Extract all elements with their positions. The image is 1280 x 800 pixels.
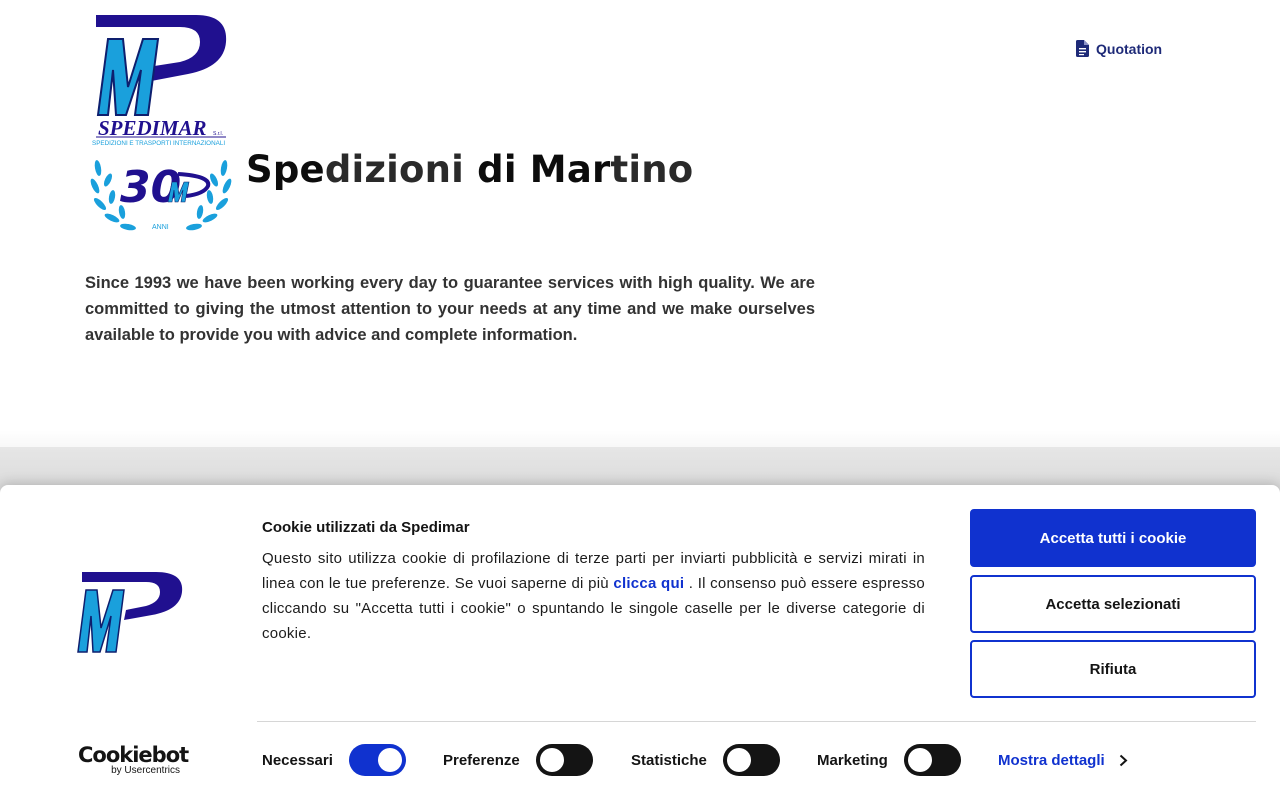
title-segment: Spe	[246, 148, 325, 191]
logo-suffix: S.r.l.	[213, 131, 223, 137]
document-icon	[1076, 40, 1089, 57]
toggle-knob	[908, 748, 932, 772]
anniversary-emblem: 30 ANNI	[90, 160, 232, 231]
cookiebot-wordmark: Cookiebot	[78, 743, 189, 767]
consent-toggles: Necessari Preferenze Statistiche Marketi…	[262, 743, 1142, 777]
toggle-knob	[540, 748, 564, 772]
toggle-statistiche[interactable]	[723, 744, 780, 776]
toggle-knob	[727, 748, 751, 772]
accept-selected-button[interactable]: Accetta selezionati	[970, 575, 1256, 633]
toggle-label-necessari: Necessari	[262, 752, 333, 769]
cookiebot-byline: by Usercentrics	[111, 765, 180, 776]
more-info-link[interactable]: clicca qui	[613, 575, 684, 592]
cookie-banner-title: Cookie utilizzati da Spedimar	[262, 519, 470, 536]
page-title: Spedizioni di Martino	[246, 148, 693, 191]
logo-tagline: SPEDIZIONI E TRASPORTI INTERNAZIONALI	[92, 140, 225, 147]
logo-wordmark: SPEDIMAR	[98, 116, 207, 140]
cookiebot-logo[interactable]: Cookiebot by Usercentrics	[78, 743, 189, 778]
title-segment: tino	[610, 148, 694, 191]
intro-paragraph: Since 1993 we have been working every da…	[85, 274, 815, 344]
toggle-label-marketing: Marketing	[817, 752, 888, 769]
toggle-necessari[interactable]	[349, 744, 406, 776]
toggle-label-preferenze: Preferenze	[443, 752, 520, 769]
title-segment: dizioni	[324, 148, 465, 191]
quotation-link[interactable]: Quotation	[1076, 40, 1162, 57]
title-segment: Mar	[529, 148, 611, 191]
accept-all-button[interactable]: Accetta tutti i cookie	[970, 509, 1256, 567]
toggle-marketing[interactable]	[904, 744, 961, 776]
cookie-banner-text: Questo sito utilizza cookie di profilazi…	[262, 546, 925, 646]
show-details-label: Mostra dettagli	[998, 752, 1105, 769]
cookie-consent-banner: Cookie utilizzati da Spedimar Questo sit…	[0, 485, 1280, 800]
spedimar-logo[interactable]: SPEDIMAR S.r.l. SPEDIZIONI E TRASPORTI I…	[88, 12, 233, 148]
toggle-knob	[378, 748, 402, 772]
show-details-link[interactable]: Mostra dettagli	[998, 752, 1128, 769]
toggle-label-statistiche: Statistiche	[631, 752, 707, 769]
section-shadow	[0, 430, 1280, 448]
banner-brand-logo	[77, 572, 183, 653]
chevron-right-icon	[1119, 754, 1128, 767]
quotation-label: Quotation	[1096, 40, 1163, 57]
banner-divider	[257, 721, 1256, 722]
reject-button[interactable]: Rifiuta	[970, 640, 1256, 698]
toggle-preferenze[interactable]	[536, 744, 593, 776]
title-segment: di	[464, 148, 530, 191]
logo-m-shape	[96, 38, 160, 116]
anniversary-label: ANNI	[152, 224, 169, 231]
